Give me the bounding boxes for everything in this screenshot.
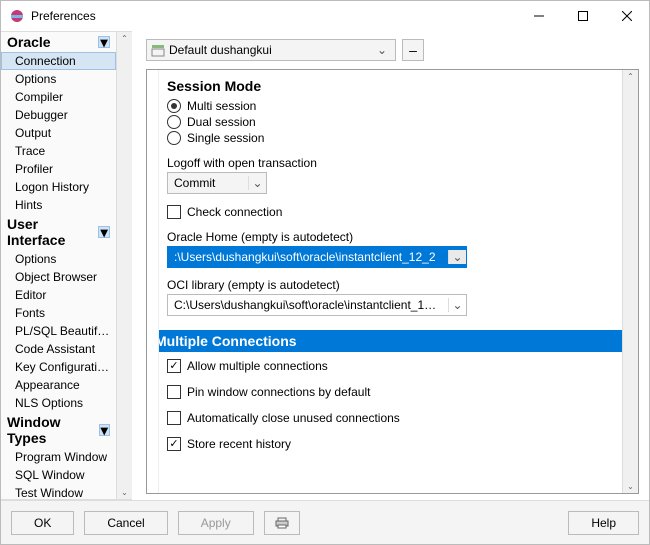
panel-scrollbar[interactable]: ⌃⌄ (622, 70, 638, 493)
logoff-value: Commit (168, 176, 248, 190)
oci-library-label: OCI library (empty is autodetect) (167, 278, 614, 292)
preset-reset-button[interactable]: – (402, 39, 424, 61)
settings-panel: Session Mode Multi session Dual session Si… (159, 70, 622, 493)
chevron-down-icon: ⌄ (248, 176, 266, 190)
session-mode-title: Session Mode (167, 78, 614, 94)
tree-item-logon-history[interactable]: Logon History (1, 178, 116, 196)
minimize-button[interactable] (517, 1, 561, 31)
window-title: Preferences (31, 9, 517, 23)
tree-item-program-window[interactable]: Program Window (1, 448, 116, 466)
logoff-select[interactable]: Commit ⌄ (167, 172, 267, 194)
tree-header-user-interface[interactable]: User Interface▾ (1, 214, 116, 250)
tree-item-connection[interactable]: Connection (1, 52, 116, 70)
tree-item-debugger[interactable]: Debugger (1, 106, 116, 124)
sidebar: Oracle▾ConnectionOptionsCompilerDebugger… (1, 31, 132, 500)
oci-library-value: C:\Users\dushangkui\soft\oracle\instantc… (168, 298, 448, 312)
titlebar: Preferences (1, 1, 649, 31)
preset-icon (151, 43, 165, 57)
session-mode-option: Dual session (187, 115, 256, 129)
expand-icon: ▾ (98, 36, 110, 48)
tree-item-profiler[interactable]: Profiler (1, 160, 116, 178)
session-mode-radio[interactable] (167, 131, 181, 145)
check-connection-label: Check connection (187, 205, 282, 219)
preset-dropdown[interactable]: Default dushangkui ⌄ (146, 39, 396, 61)
multiple-connections-header: Multiple Connections (159, 330, 622, 352)
oracle-home-select[interactable]: :\Users\dushangkui\soft\oracle\instantcl… (167, 246, 467, 268)
tree-header-oracle[interactable]: Oracle▾ (1, 32, 116, 52)
apply-button[interactable]: Apply (178, 511, 254, 535)
tree-item-hints[interactable]: Hints (1, 196, 116, 214)
chevron-down-icon: ⌄ (448, 250, 466, 264)
oracle-home-value: :\Users\dushangkui\soft\oracle\instantcl… (168, 250, 448, 264)
store-history-checkbox[interactable] (167, 437, 181, 451)
tree-item-pl-sql-beautifier[interactable]: PL/SQL Beautifier (1, 322, 116, 340)
tree-item-options[interactable]: Options (1, 70, 116, 88)
tree-item-output[interactable]: Output (1, 124, 116, 142)
print-icon (275, 516, 289, 530)
tree-item-object-browser[interactable]: Object Browser (1, 268, 116, 286)
ok-button[interactable]: OK (11, 511, 74, 535)
tree-item-options[interactable]: Options (1, 250, 116, 268)
auto-close-checkbox[interactable] (167, 411, 181, 425)
allow-multiple-label: Allow multiple connections (187, 359, 328, 373)
pin-window-label: Pin window connections by default (187, 385, 370, 399)
tree-item-sql-window[interactable]: SQL Window (1, 466, 116, 484)
oci-library-select[interactable]: C:\Users\dushangkui\soft\oracle\instantc… (167, 294, 467, 316)
pin-window-checkbox[interactable] (167, 385, 181, 399)
check-connection-checkbox[interactable] (167, 205, 181, 219)
panel-gutter (147, 70, 159, 493)
print-button[interactable] (264, 511, 300, 535)
app-icon (9, 8, 25, 24)
session-mode-option: Multi session (187, 99, 256, 113)
allow-multiple-checkbox[interactable] (167, 359, 181, 373)
cancel-button[interactable]: Cancel (84, 511, 167, 535)
maximize-button[interactable] (561, 1, 605, 31)
tree-item-editor[interactable]: Editor (1, 286, 116, 304)
tree-item-fonts[interactable]: Fonts (1, 304, 116, 322)
auto-close-label: Automatically close unused connections (187, 411, 400, 425)
session-mode-radio[interactable] (167, 115, 181, 129)
expand-icon: ▾ (98, 226, 110, 238)
tree-item-compiler[interactable]: Compiler (1, 88, 116, 106)
chevron-down-icon: ⌄ (373, 43, 391, 57)
logoff-label: Logoff with open transaction (167, 156, 614, 170)
tree-item-key-configuration[interactable]: Key Configuration (1, 358, 116, 376)
oracle-home-label: Oracle Home (empty is autodetect) (167, 230, 614, 244)
tree-item-code-assistant[interactable]: Code Assistant (1, 340, 116, 358)
tree-item-appearance[interactable]: Appearance (1, 376, 116, 394)
preset-value: Default dushangkui (169, 43, 373, 57)
footer: OK Cancel Apply Help (1, 500, 649, 544)
tree-header-window-types[interactable]: Window Types▾ (1, 412, 116, 448)
tree-item-trace[interactable]: Trace (1, 142, 116, 160)
expand-icon: ▾ (99, 424, 110, 436)
close-button[interactable] (605, 1, 649, 31)
session-mode-option: Single session (187, 131, 264, 145)
chevron-down-icon: ⌄ (448, 298, 466, 312)
store-history-label: Store recent history (187, 437, 291, 451)
tree-item-nls-options[interactable]: NLS Options (1, 394, 116, 412)
session-mode-radio[interactable] (167, 99, 181, 113)
sidebar-scrollbar[interactable]: ⌃⌄ (116, 32, 132, 499)
help-button[interactable]: Help (568, 511, 639, 535)
tree-item-test-window[interactable]: Test Window (1, 484, 116, 499)
